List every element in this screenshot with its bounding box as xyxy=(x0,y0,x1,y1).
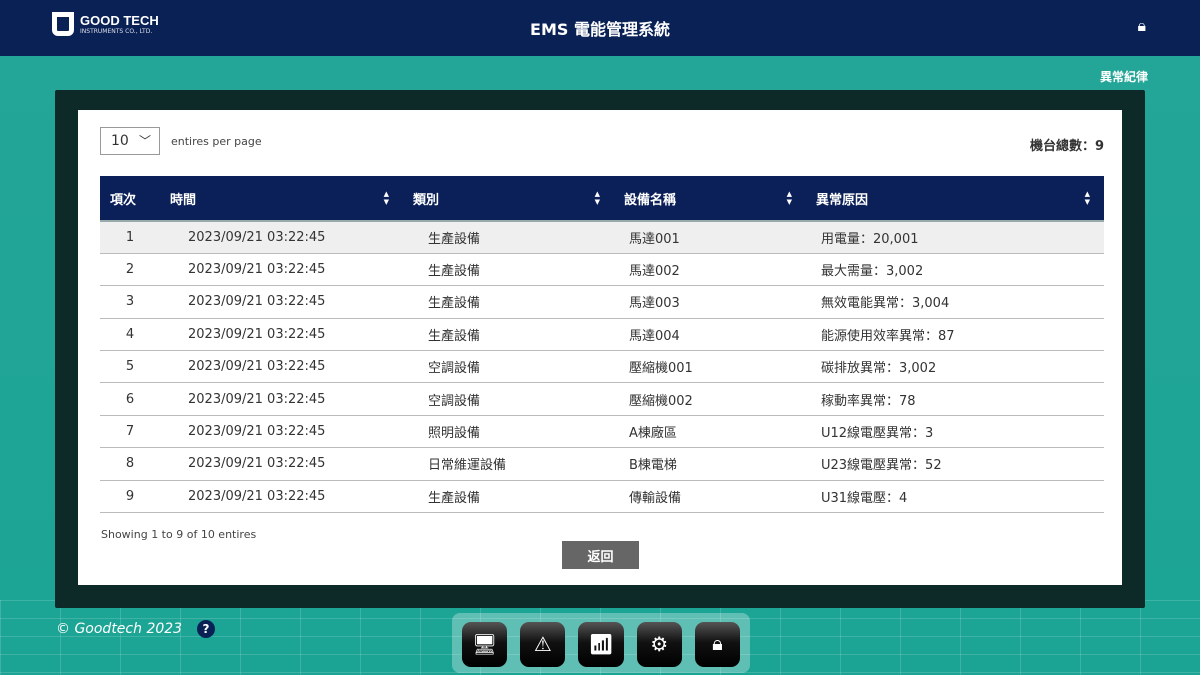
table-cell: 2023/09/21 03:22:45 xyxy=(160,382,403,416)
column-header-label: 時間 xyxy=(170,192,197,208)
column-header-label: 異常原因 xyxy=(816,192,869,208)
table-cell: 馬達001 xyxy=(614,221,806,254)
gear-icon: ⚙︎ xyxy=(650,634,669,656)
alert-button[interactable]: ⚠︎ xyxy=(520,622,566,667)
abnormal-table: 項次 時間 ▲ ▼ 類別 ▲ ▼ 設備名稱 ▲ ▼ 異常原因 ▲ ▼ 1 2023/09/21 03:22… xyxy=(100,176,1104,514)
table-cell: 4 xyxy=(100,318,160,352)
table-cell: 1 xyxy=(100,221,160,254)
table-cell: 傳輸設備 xyxy=(614,480,806,514)
table-row: 8 2023/09/21 03:22:45 日常維運設備 B棟電梯 U23線電壓異常：5… xyxy=(100,447,1104,481)
app-header: GOOD TECH INSTRUMENTS CO., LTD. EMS 電能管理系… xyxy=(0,0,1200,56)
table-cell: U12線電壓異常：3 xyxy=(806,415,1104,449)
content-panel: 10 ﹀ entires per page 機台總數：9 項次 時間 ▲ ▼ 類別 ▲ ▼ 設備… xyxy=(78,110,1122,585)
table-row: 4 2023/09/21 03:22:45 生產設備 馬達004 能源使用效率異常：87 xyxy=(100,318,1104,352)
column-header-label: 設備名稱 xyxy=(624,192,677,208)
report-button[interactable]: 📶︎ xyxy=(578,622,624,667)
table-cell: 生產設備 xyxy=(403,318,614,352)
table-cell: 2023/09/21 03:22:45 xyxy=(160,253,403,287)
table-cell: 7 xyxy=(100,415,160,449)
table-cell: 壓縮機002 xyxy=(614,382,806,416)
table-cell: 2023/09/21 03:22:45 xyxy=(160,285,403,319)
table-cell: 9 xyxy=(100,480,160,514)
showing-info: Showing 1 to 9 of 10 entires xyxy=(101,528,257,541)
table-cell: U31線電壓：4 xyxy=(806,480,1104,514)
settings-button[interactable]: ⚙︎ xyxy=(636,622,682,667)
column-header: 項次 xyxy=(100,176,160,222)
help-icon[interactable]: ? xyxy=(197,620,215,638)
column-header-label: 項次 xyxy=(110,192,137,208)
table-cell: 2 xyxy=(100,253,160,287)
table-row: 2 2023/09/21 03:22:45 生產設備 馬達002 最大需量：3,002 xyxy=(100,253,1104,287)
table-cell: 生產設備 xyxy=(403,285,614,319)
column-header[interactable]: 設備名稱 ▲ ▼ xyxy=(614,176,806,222)
table-cell: 日常維運設備 xyxy=(403,447,614,481)
copyright: © Goodtech 2023 xyxy=(56,621,183,637)
column-header-label: 類別 xyxy=(413,192,440,208)
table-row: 6 2023/09/21 03:22:45 空調設備 壓縮機002 稼動率異常：78 xyxy=(100,382,1104,416)
table-row: 1 2023/09/21 03:22:45 生產設備 馬達001 用電量：20,001 xyxy=(100,221,1104,254)
table-cell: 3 xyxy=(100,285,160,319)
sort-icon[interactable]: ▲ ▼ xyxy=(787,190,792,206)
table-cell: 2023/09/21 03:22:45 xyxy=(160,415,403,449)
table-cell: 碳排放異常：3,002 xyxy=(806,350,1104,384)
table-cell: U23線電壓異常：52 xyxy=(806,447,1104,481)
table-cell: 6 xyxy=(100,382,160,416)
column-header[interactable]: 時間 ▲ ▼ xyxy=(160,176,403,222)
table-row: 9 2023/09/21 03:22:45 生產設備 傳輸設備 U31線電壓：4 xyxy=(100,480,1104,514)
sort-icon[interactable]: ▲ ▼ xyxy=(595,190,600,206)
per-page-label: entires per page xyxy=(171,135,262,148)
page-size-select[interactable]: 10 ﹀ xyxy=(100,127,160,155)
table-cell: 最大需量：3,002 xyxy=(806,253,1104,287)
table-row: 3 2023/09/21 03:22:45 生產設備 馬達003 無效電能異常：3,00… xyxy=(100,285,1104,319)
table-cell: 馬達003 xyxy=(614,285,806,319)
table-cell: 2023/09/21 03:22:45 xyxy=(160,447,403,481)
table-cell: 無效電能異常：3,004 xyxy=(806,285,1104,319)
lock-icon[interactable]: 🔒︎ xyxy=(1137,16,1146,36)
table-cell: 馬達004 xyxy=(614,318,806,352)
abnormal-record-link[interactable]: 異常紀律 xyxy=(1100,68,1148,85)
warning-icon: ⚠︎ xyxy=(533,634,552,656)
table-cell: 生產設備 xyxy=(403,253,614,287)
sort-icon[interactable]: ▲ ▼ xyxy=(384,190,389,206)
table-cell: 能源使用效率異常：87 xyxy=(806,318,1104,352)
table-row: 5 2023/09/21 03:22:45 空調設備 壓縮機001 碳排放異常：3,00… xyxy=(100,350,1104,384)
table-cell: 8 xyxy=(100,447,160,481)
table-cell: 馬達002 xyxy=(614,253,806,287)
table-cell: 用電量：20,001 xyxy=(806,221,1104,254)
table-cell: 2023/09/21 03:22:45 xyxy=(160,221,403,254)
table-cell: A棟廠區 xyxy=(614,415,806,449)
table-cell: 生產設備 xyxy=(403,480,614,514)
table-cell: 5 xyxy=(100,350,160,384)
column-header[interactable]: 類別 ▲ ▼ xyxy=(403,176,614,222)
lock-button[interactable]: 🔒︎ xyxy=(694,622,741,667)
table-cell: 壓縮機001 xyxy=(614,350,806,384)
page-title: EMS 電能管理系統 xyxy=(530,20,670,39)
page-size-value: 10 xyxy=(111,133,129,149)
table-cell: 生產設備 xyxy=(403,221,614,254)
lock-icon: 🔒︎ xyxy=(712,633,723,655)
back-button[interactable]: 返回 xyxy=(562,541,639,569)
table-cell: 2023/09/21 03:22:45 xyxy=(160,318,403,352)
table-row: 7 2023/09/21 03:22:45 照明設備 A棟廠區 U12線電壓異常：3 xyxy=(100,415,1104,449)
machine-count: 機台總數：9 xyxy=(1029,139,1104,154)
chart-icon: 📶︎ xyxy=(588,634,614,656)
sort-icon[interactable]: ▲ ▼ xyxy=(1085,190,1090,206)
column-header[interactable]: 異常原因 ▲ ▼ xyxy=(806,176,1104,222)
chevron-down-icon: ﹀ xyxy=(138,134,151,148)
table-cell: 空調設備 xyxy=(403,350,614,384)
table-cell: B棟電梯 xyxy=(614,447,806,481)
monitor-button[interactable]: 🖥︎ xyxy=(462,622,508,667)
monitor-icon: 🖥︎ xyxy=(471,634,498,656)
table-cell: 照明設備 xyxy=(403,415,614,449)
table-cell: 空調設備 xyxy=(403,382,614,416)
bottom-dock: 🖥︎ ⚠︎ 📶︎ ⚙︎ 🔒︎ xyxy=(452,613,750,673)
table-cell: 稼動率異常：78 xyxy=(806,382,1104,416)
table-cell: 2023/09/21 03:22:45 xyxy=(160,480,403,514)
table-cell: 2023/09/21 03:22:45 xyxy=(160,350,403,384)
